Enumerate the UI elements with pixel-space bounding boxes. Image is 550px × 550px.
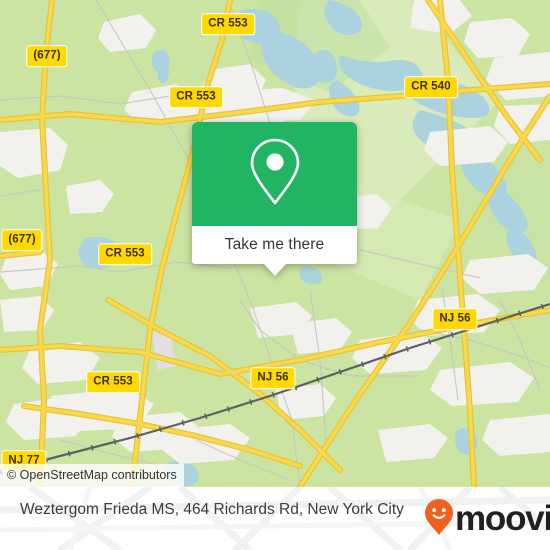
moovit-location-card-screenshot: CR 553 (677) CR 553 CR 540 (677) CR 553 …: [0, 0, 550, 550]
road-shield[interactable]: CR 553: [201, 13, 255, 35]
road-shield[interactable]: (677): [1, 229, 43, 251]
road-shield[interactable]: (677): [26, 45, 68, 67]
road-shield[interactable]: CR 553: [98, 243, 152, 265]
poi-card-header: [192, 122, 357, 226]
road-shield[interactable]: NJ 56: [250, 367, 296, 389]
road-shield[interactable]: NJ 56: [432, 308, 478, 330]
map-canvas[interactable]: CR 553 (677) CR 553 CR 540 (677) CR 553 …: [0, 0, 550, 487]
road-shield[interactable]: CR 553: [86, 371, 140, 393]
moovit-wordmark: moovit: [455, 499, 550, 538]
location-pin-icon: [246, 136, 304, 213]
poi-callout-card[interactable]: Take me there: [192, 122, 357, 276]
take-me-there-label: Take me there: [224, 236, 325, 254]
road-shield[interactable]: CR 553: [169, 86, 223, 108]
location-address: Weztergom Frieda MS, 464 Richards Rd, Ne…: [20, 501, 404, 518]
moovit-logo[interactable]: moovit: [424, 498, 550, 541]
osm-attribution[interactable]: © OpenStreetMap contributors: [0, 463, 184, 487]
moovit-smiley-pin-icon: [424, 498, 454, 541]
callout-tail: [263, 264, 286, 276]
road-shield[interactable]: CR 540: [404, 76, 458, 98]
poi-card-footer[interactable]: Take me there: [192, 226, 357, 276]
